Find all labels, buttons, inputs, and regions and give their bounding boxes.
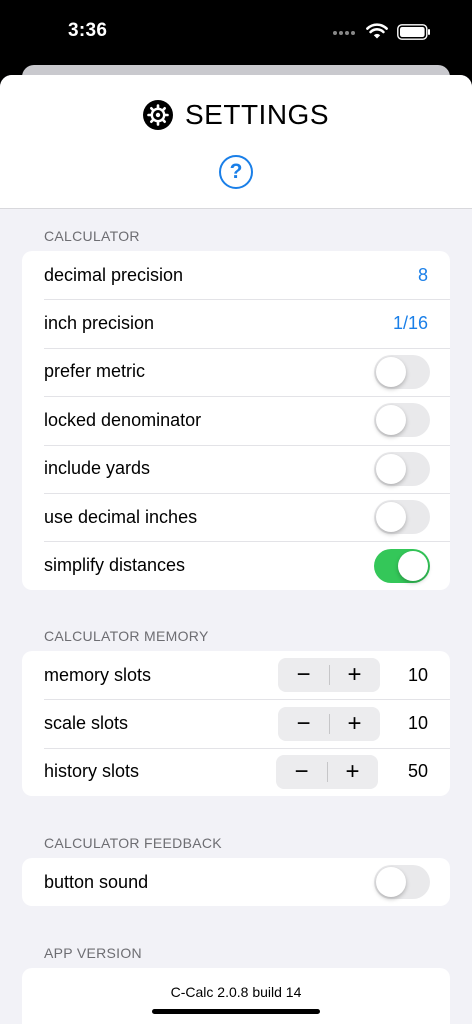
history-slots-stepper: − + (276, 754, 378, 789)
locked-denominator-label: locked denominator (44, 409, 202, 430)
wifi-icon (366, 23, 388, 39)
prefer-metric-label: prefer metric (44, 361, 146, 382)
memory-slots-decrement-button[interactable]: − (278, 658, 329, 692)
section-label-calculator: CALCULATOR (44, 228, 140, 244)
scale-slots-row: scale slots − + 10 (22, 699, 450, 747)
locked-denominator-row: locked denominator (22, 396, 450, 444)
decimal-precision-label: decimal precision (44, 264, 184, 285)
calculator-group: decimal precision 8 inch precision 1/16 … (22, 251, 450, 590)
home-indicator[interactable] (152, 1009, 320, 1014)
stepper-divider (327, 761, 328, 782)
feedback-group: button sound (22, 858, 450, 907)
use-decimal-inches-label: use decimal inches (44, 506, 198, 527)
history-slots-row: history slots − + 50 (22, 747, 450, 796)
simplify-distances-row: simplify distances (22, 541, 450, 589)
battery-icon (397, 24, 430, 40)
decimal-precision-row[interactable]: decimal precision 8 (22, 251, 450, 299)
prefer-metric-toggle[interactable] (374, 354, 430, 389)
use-decimal-inches-row: use decimal inches (22, 492, 450, 541)
use-decimal-inches-toggle[interactable] (374, 500, 430, 535)
app-version-text: C-Calc 2.0.8 build 14 (170, 984, 302, 1000)
stepper-divider (329, 665, 330, 686)
toggle-knob (376, 453, 406, 484)
decimal-precision-value[interactable]: 8 (418, 265, 428, 286)
simplify-distances-label: simplify distances (44, 555, 186, 576)
toggle-knob (398, 550, 428, 581)
section-label-feedback: CALCULATOR FEEDBACK (44, 835, 222, 851)
inch-precision-value[interactable]: 1/16 (393, 313, 428, 334)
inch-precision-label: inch precision (44, 313, 155, 334)
title-row: SETTINGS (0, 97, 472, 133)
inch-precision-row[interactable]: inch precision 1/16 (22, 299, 450, 347)
memory-slots-stepper: − + (278, 658, 380, 693)
include-yards-toggle[interactable] (374, 451, 430, 486)
page-title: SETTINGS (184, 99, 329, 130)
prefer-metric-row: prefer metric (22, 347, 450, 396)
scale-slots-label: scale slots (44, 713, 129, 734)
sheet-header: SETTINGS ? (0, 75, 472, 209)
memory-slots-increment-button[interactable]: + (329, 658, 380, 692)
toggle-knob (376, 867, 406, 898)
button-sound-label: button sound (44, 871, 149, 892)
toggle-knob (376, 356, 406, 387)
version-group: C-Calc 2.0.8 build 14 (22, 968, 450, 1024)
section-label-version: APP VERSION (44, 945, 142, 961)
locked-denominator-toggle[interactable] (374, 403, 430, 438)
status-bar: 3:36 (0, 0, 472, 62)
help-button[interactable]: ? (219, 155, 253, 189)
scale-slots-stepper: − + (278, 706, 380, 741)
history-slots-increment-button[interactable]: + (327, 755, 378, 789)
settings-sheet: SETTINGS ? CALCULATOR decimal precision … (0, 75, 472, 1024)
scale-slots-decrement-button[interactable]: − (278, 707, 329, 741)
include-yards-label: include yards (44, 458, 151, 479)
button-sound-toggle[interactable] (374, 865, 430, 900)
memory-slots-label: memory slots (44, 664, 152, 685)
history-slots-value: 50 (407, 761, 428, 782)
memory-group: memory slots − + 10 scale slots − + 10 h… (22, 651, 450, 797)
memory-slots-row: memory slots − + 10 (22, 651, 450, 699)
toggle-knob (376, 405, 406, 436)
status-time: 3:36 (68, 20, 108, 41)
section-label-memory: CALCULATOR MEMORY (44, 628, 209, 644)
cellular-signal-icon (333, 31, 357, 37)
scale-slots-increment-button[interactable]: + (329, 707, 380, 741)
toggle-knob (376, 502, 406, 533)
memory-slots-value: 10 (407, 664, 428, 685)
history-slots-label: history slots (44, 761, 140, 782)
include-yards-row: include yards (22, 444, 450, 493)
stepper-divider (329, 713, 330, 734)
history-slots-decrement-button[interactable]: − (276, 755, 327, 789)
scale-slots-value: 10 (407, 713, 428, 734)
gear-icon (142, 100, 173, 130)
button-sound-row: button sound (22, 858, 450, 906)
simplify-distances-toggle[interactable] (374, 548, 430, 583)
